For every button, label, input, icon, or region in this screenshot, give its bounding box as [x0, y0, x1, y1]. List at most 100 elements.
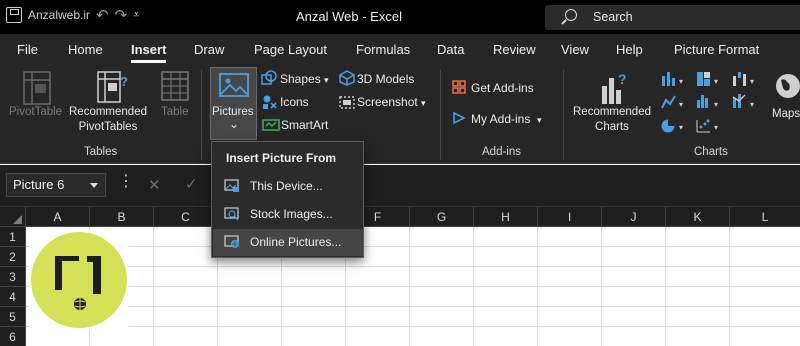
grid-line [26, 286, 800, 287]
grid-line [26, 306, 800, 307]
3d-models-button[interactable]: 3D Models [357, 72, 414, 86]
column-header-a[interactable]: A [26, 207, 90, 227]
pie-chart-icon [661, 119, 675, 133]
maps-button[interactable]: Maps [772, 107, 800, 122]
group-separator [440, 70, 441, 160]
tab-review[interactable]: Review [493, 42, 536, 57]
3d-models-icon [339, 70, 355, 86]
svg-text:▾: ▾ [679, 123, 683, 132]
row-header-1[interactable]: 1 [0, 227, 26, 247]
window-title: Anzal Web - Excel [296, 9, 402, 24]
column-header-g[interactable]: G [410, 207, 474, 227]
recommended-pivottables-line2: PivotTables [78, 121, 138, 133]
row-headers: 1 2 3 4 5 6 [0, 227, 26, 346]
search-label: Search [593, 10, 633, 24]
row-header-3[interactable]: 3 [0, 267, 26, 287]
chevron-down-icon: ▾ [324, 75, 329, 85]
select-all-button[interactable] [0, 207, 26, 227]
chevron-down-icon[interactable] [90, 183, 98, 188]
tab-page-layout[interactable]: Page Layout [254, 42, 327, 57]
column-header-l[interactable]: L [730, 207, 800, 227]
more-options-icon[interactable]: ⋮ [118, 174, 134, 190]
column-header-k[interactable]: K [666, 207, 730, 227]
recommended-charts-button[interactable]: Recommended Charts [573, 105, 651, 135]
get-addins-button[interactable]: Get Add-ins [471, 81, 534, 95]
smartart-icon [262, 119, 280, 131]
tab-draw[interactable]: Draw [194, 42, 224, 57]
pictures-caret-icon: ⌄ [229, 117, 240, 131]
row-header-4[interactable]: 4 [0, 287, 26, 307]
menu-item-label: Online Pictures... [250, 235, 342, 249]
svg-text:▾: ▾ [714, 123, 718, 132]
name-box[interactable]: Picture 6 [6, 173, 106, 197]
my-addins-icon [453, 111, 466, 125]
statistic-chart-icon [697, 95, 708, 108]
shapes-button[interactable]: Shapes ▾ [280, 72, 329, 86]
chevron-down-icon: ▾ [537, 115, 542, 125]
column-header-b[interactable]: B [90, 207, 154, 227]
tab-help[interactable]: Help [616, 42, 643, 57]
chart-type-icons-col1: ▾ ▾ ▾ [661, 72, 683, 133]
column-header-j[interactable]: J [602, 207, 666, 227]
save-icon[interactable] [6, 7, 22, 23]
addins-group-label: Add-ins [482, 146, 521, 158]
row-header-5[interactable]: 5 [0, 307, 26, 327]
menu-item-label: This Device... [250, 179, 323, 193]
icons-icon [263, 95, 277, 109]
smartart-button[interactable]: SmartArt [281, 118, 328, 132]
redo-icon[interactable]: ↷ [115, 6, 128, 24]
tab-home[interactable]: Home [68, 42, 103, 57]
menu-item-stock-images[interactable]: Stock Images... [213, 201, 363, 228]
menu-item-this-device[interactable]: This Device... [213, 173, 363, 200]
tab-file[interactable]: File [17, 42, 38, 57]
screenshot-button[interactable]: Screenshot ▾ [357, 95, 426, 109]
screenshot-label: Screenshot [357, 95, 418, 109]
tab-picture-format[interactable]: Picture Format [674, 42, 759, 57]
tab-insert[interactable]: Insert [131, 42, 167, 63]
table-button[interactable]: Table [161, 105, 189, 120]
table-icon [161, 71, 189, 101]
menu-item-online-pictures[interactable]: Online Pictures... [213, 229, 363, 256]
shapes-icon [261, 70, 277, 85]
recommended-pivottables-line1: Recommended [69, 106, 147, 118]
tab-data[interactable]: Data [437, 42, 464, 57]
quick-access-toolbar: Anzalweb.ir ↶ ↷ ⩡ [6, 6, 139, 24]
undo-icon[interactable]: ↶ [96, 6, 109, 24]
stock-images-icon [224, 207, 239, 221]
tab-formulas[interactable]: Formulas [356, 42, 410, 57]
cancel-icon[interactable]: ✕ [148, 176, 161, 194]
combo-chart-icon [732, 94, 746, 108]
tab-view[interactable]: View [561, 42, 589, 57]
recommended-charts-line1: Recommended [573, 106, 651, 118]
formula-bar: Picture 6 ⋮ ✕ ✓ [0, 165, 800, 207]
recommended-pivottables-button[interactable]: Recommended PivotTables [69, 105, 147, 135]
search-icon [565, 9, 577, 21]
search-box[interactable]: Search [545, 5, 800, 30]
column-header-h[interactable]: H [474, 207, 538, 227]
maps-icon [776, 74, 800, 98]
name-box-value: Picture 6 [13, 177, 65, 192]
ribbon-tabs: File Home Insert Draw Page Layout Formul… [0, 34, 800, 64]
enter-icon[interactable]: ✓ [185, 175, 198, 193]
worksheet-grid[interactable] [26, 227, 800, 346]
row-header-2[interactable]: 2 [0, 247, 26, 267]
inserted-picture-logo[interactable] [29, 230, 129, 330]
hierarchy-chart-icon [697, 72, 710, 86]
icons-button[interactable]: Icons [280, 95, 309, 109]
pivottable-button[interactable]: PivotTable [9, 105, 62, 120]
get-addins-icon [452, 80, 466, 94]
group-separator [563, 70, 564, 160]
watermark-text: Anzalweb.ir [28, 8, 91, 22]
title-bar: Anzalweb.ir ↶ ↷ ⩡ Anzal Web - Excel Sear… [0, 0, 800, 34]
svg-text:?: ? [618, 71, 627, 87]
column-header-c[interactable]: C [154, 207, 218, 227]
row-header-6[interactable]: 6 [0, 327, 26, 346]
column-header-i[interactable]: I [538, 207, 602, 227]
my-addins-button[interactable]: My Add-ins ▾ [471, 112, 542, 126]
svg-text:▾: ▾ [679, 77, 683, 86]
chart-type-icons-col3: ▾ ▾ [732, 72, 754, 109]
customize-qat-icon[interactable]: ⩡ [133, 9, 139, 22]
group-separator [201, 70, 202, 160]
svg-text:?: ? [120, 74, 128, 89]
device-picture-icon [224, 179, 239, 192]
